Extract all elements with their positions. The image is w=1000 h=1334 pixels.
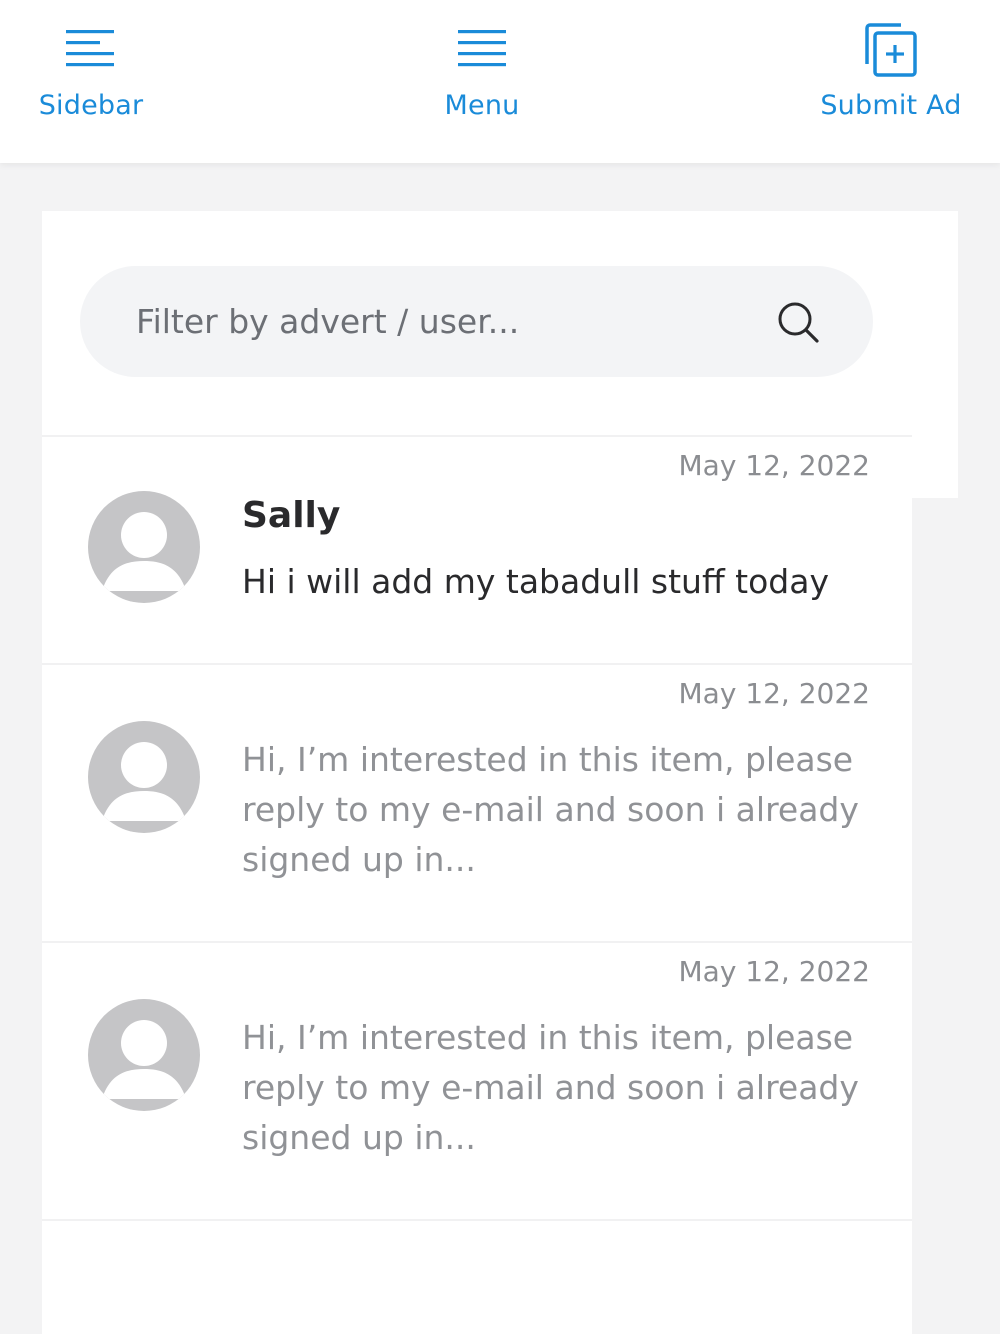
side-panel-edge <box>912 211 958 498</box>
conversation-date: May 12, 2022 <box>678 955 870 988</box>
search-input[interactable] <box>136 266 756 377</box>
conversation-message: Hi, I’m interested in this item, please … <box>242 740 859 879</box>
conversation-date: May 12, 2022 <box>678 677 870 710</box>
conversation-item[interactable]: May 12, 2022 Sally Hi i will add my taba… <box>42 435 912 663</box>
submit-ad-label: Submit Ad <box>820 90 962 121</box>
conversation-message: Hi, I’m interested in this item, please … <box>242 1018 859 1157</box>
menu-label: Menu <box>444 90 520 121</box>
conversation-message: Hi i will add my tabadull stuff today <box>242 562 830 601</box>
sidebar-label: Sidebar <box>38 90 144 121</box>
sidebar-icon <box>65 20 117 80</box>
search-bar <box>80 266 873 377</box>
user-avatar-icon <box>88 999 200 1111</box>
submit-ad-button[interactable]: Submit Ad <box>812 0 970 163</box>
search-icon[interactable] <box>776 300 820 344</box>
conversation-date: May 12, 2022 <box>678 449 870 482</box>
user-avatar-icon <box>88 491 200 603</box>
conversation-user-name: Sally <box>242 495 341 536</box>
user-avatar-icon <box>88 721 200 833</box>
add-copy-icon <box>861 20 921 80</box>
list-divider <box>42 1219 912 1221</box>
menu-icon <box>456 20 508 80</box>
conversation-item[interactable]: May 12, 2022 Hi, I’m interested in this … <box>42 663 912 941</box>
messages-panel: May 12, 2022 Sally Hi i will add my taba… <box>42 211 912 1334</box>
menu-button[interactable]: Menu <box>432 0 532 163</box>
top-nav-bar: Sidebar Menu Submit Ad <box>0 0 1000 163</box>
sidebar-button[interactable]: Sidebar <box>32 0 150 163</box>
conversation-item[interactable]: May 12, 2022 Hi, I’m interested in this … <box>42 941 912 1219</box>
